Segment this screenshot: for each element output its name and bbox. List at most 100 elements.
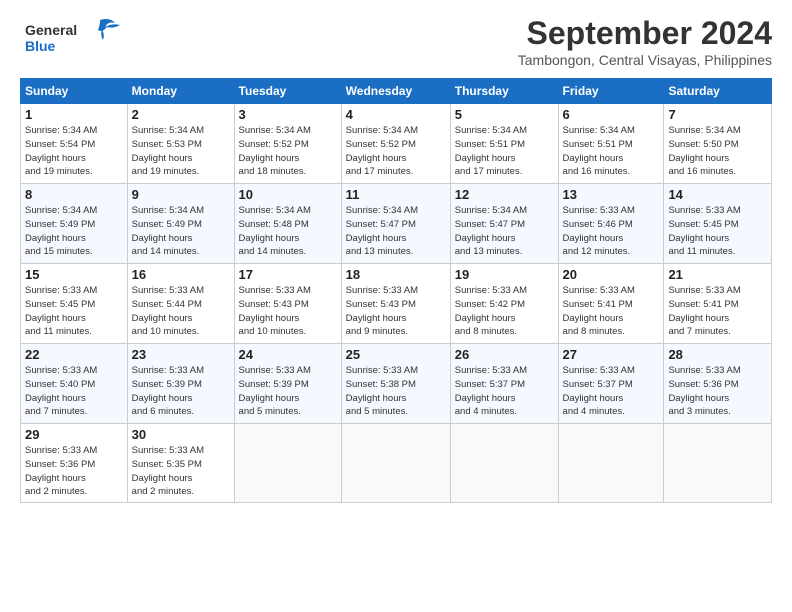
day-number: 24 [239,347,337,362]
page: General Blue September 2024 Tambongon, C… [0,0,792,612]
day-number: 20 [563,267,660,282]
day-number: 4 [346,107,446,122]
calendar-week-row: 8 Sunrise: 5:34 AMSunset: 5:49 PMDaylight… [21,184,772,264]
day-info: Sunrise: 5:34 AMSunset: 5:47 PMDaylight … [455,204,554,259]
day-number: 19 [455,267,554,282]
calendar-week-row: 15 Sunrise: 5:33 AMSunset: 5:45 PMDayligh… [21,264,772,344]
calendar-week-row: 22 Sunrise: 5:33 AMSunset: 5:40 PMDayligh… [21,344,772,424]
day-number: 13 [563,187,660,202]
day-number: 14 [668,187,767,202]
day-info: Sunrise: 5:33 AMSunset: 5:36 PMDaylight … [668,364,767,419]
table-row: 23 Sunrise: 5:33 AMSunset: 5:39 PMDayligh… [127,344,234,424]
day-info: Sunrise: 5:34 AMSunset: 5:52 PMDaylight … [346,124,446,179]
day-info: Sunrise: 5:33 AMSunset: 5:44 PMDaylight … [132,284,230,339]
day-info: Sunrise: 5:33 AMSunset: 5:37 PMDaylight … [563,364,660,419]
table-row [558,424,664,503]
header: General Blue September 2024 Tambongon, C… [20,15,772,68]
day-number: 28 [668,347,767,362]
table-row: 2 Sunrise: 5:34 AMSunset: 5:53 PMDaylight… [127,104,234,184]
day-info: Sunrise: 5:34 AMSunset: 5:49 PMDaylight … [25,204,123,259]
day-number: 7 [668,107,767,122]
col-thursday: Thursday [450,79,558,104]
day-number: 10 [239,187,337,202]
day-number: 15 [25,267,123,282]
table-row [450,424,558,503]
day-number: 6 [563,107,660,122]
table-row: 6 Sunrise: 5:34 AMSunset: 5:51 PMDaylight… [558,104,664,184]
table-row: 14 Sunrise: 5:33 AMSunset: 5:45 PMDayligh… [664,184,772,264]
svg-text:General: General [25,22,77,38]
table-row: 13 Sunrise: 5:33 AMSunset: 5:46 PMDayligh… [558,184,664,264]
day-info: Sunrise: 5:33 AMSunset: 5:41 PMDaylight … [668,284,767,339]
day-info: Sunrise: 5:33 AMSunset: 5:36 PMDaylight … [25,444,123,499]
col-tuesday: Tuesday [234,79,341,104]
day-info: Sunrise: 5:34 AMSunset: 5:47 PMDaylight … [346,204,446,259]
day-number: 27 [563,347,660,362]
logo-svg: General Blue [20,15,130,60]
table-row: 17 Sunrise: 5:33 AMSunset: 5:43 PMDayligh… [234,264,341,344]
table-row: 18Sunrise: 5:33 AMSunset: 5:43 PMDayligh… [341,264,450,344]
day-number: 17 [239,267,337,282]
table-row: 21 Sunrise: 5:33 AMSunset: 5:41 PMDayligh… [664,264,772,344]
svg-text:Blue: Blue [25,38,56,54]
day-number: 11 [346,187,446,202]
day-number: 8 [25,187,123,202]
col-monday: Monday [127,79,234,104]
day-info: Sunrise: 5:34 AMSunset: 5:53 PMDaylight … [132,124,230,179]
day-info: Sunrise: 5:33 AMSunset: 5:40 PMDaylight … [25,364,123,419]
logo: General Blue [20,15,130,65]
day-info: Sunrise: 5:34 AMSunset: 5:51 PMDaylight … [563,124,660,179]
table-row: 19 Sunrise: 5:33 AMSunset: 5:42 PMDayligh… [450,264,558,344]
table-row: 12Sunrise: 5:34 AMSunset: 5:47 PMDayligh… [450,184,558,264]
day-number: 23 [132,347,230,362]
day-info: Sunrise: 5:33 AMSunset: 5:43 PMDaylight … [239,284,337,339]
table-row: 7 Sunrise: 5:34 AMSunset: 5:50 PMDaylight… [664,104,772,184]
day-info: Sunrise: 5:33 AMSunset: 5:37 PMDaylight … [455,364,554,419]
table-row: 11 Sunrise: 5:34 AMSunset: 5:47 PMDayligh… [341,184,450,264]
day-info: Sunrise: 5:33 AMSunset: 5:42 PMDaylight … [455,284,554,339]
table-row [341,424,450,503]
day-number: 3 [239,107,337,122]
table-row: 5 Sunrise: 5:34 AMSunset: 5:51 PMDaylight… [450,104,558,184]
table-row [664,424,772,503]
table-row: 29Sunrise: 5:33 AMSunset: 5:36 PMDayligh… [21,424,128,503]
day-info: Sunrise: 5:33 AMSunset: 5:45 PMDaylight … [25,284,123,339]
day-number: 1 [25,107,123,122]
day-info: Sunrise: 5:34 AMSunset: 5:48 PMDaylight … [239,204,337,259]
table-row: 27 Sunrise: 5:33 AMSunset: 5:37 PMDayligh… [558,344,664,424]
day-info: Sunrise: 5:33 AMSunset: 5:46 PMDaylight … [563,204,660,259]
table-row: 15 Sunrise: 5:33 AMSunset: 5:45 PMDayligh… [21,264,128,344]
table-row: 9 Sunrise: 5:34 AMSunset: 5:49 PMDaylight… [127,184,234,264]
day-number: 5 [455,107,554,122]
day-number: 16 [132,267,230,282]
day-number: 22 [25,347,123,362]
table-row: 10 Sunrise: 5:34 AMSunset: 5:48 PMDayligh… [234,184,341,264]
day-info: Sunrise: 5:34 AMSunset: 5:54 PMDaylight … [25,124,123,179]
day-info: Sunrise: 5:33 AMSunset: 5:39 PMDaylight … [239,364,337,419]
day-number: 30 [132,427,230,442]
day-info: Sunrise: 5:34 AMSunset: 5:51 PMDaylight … [455,124,554,179]
col-saturday: Saturday [664,79,772,104]
day-info: Sunrise: 5:34 AMSunset: 5:49 PMDaylight … [132,204,230,259]
title-block: September 2024 Tambongon, Central Visaya… [518,15,772,68]
table-row: 30 Sunrise: 5:33 AMSunset: 5:35 PMDayligh… [127,424,234,503]
day-info: Sunrise: 5:34 AMSunset: 5:50 PMDaylight … [668,124,767,179]
table-row: 24 Sunrise: 5:33 AMSunset: 5:39 PMDayligh… [234,344,341,424]
day-info: Sunrise: 5:33 AMSunset: 5:45 PMDaylight … [668,204,767,259]
day-number: 21 [668,267,767,282]
day-info: Sunrise: 5:33 AMSunset: 5:35 PMDaylight … [132,444,230,499]
table-row: 16 Sunrise: 5:33 AMSunset: 5:44 PMDayligh… [127,264,234,344]
day-number: 18 [346,267,446,282]
day-number: 2 [132,107,230,122]
calendar-week-row: 1 Sunrise: 5:34 AMSunset: 5:54 PMDaylight… [21,104,772,184]
calendar-week-row: 29Sunrise: 5:33 AMSunset: 5:36 PMDayligh… [21,424,772,503]
table-row [234,424,341,503]
table-row: 28 Sunrise: 5:33 AMSunset: 5:36 PMDayligh… [664,344,772,424]
location: Tambongon, Central Visayas, Philippines [518,52,772,68]
day-number: 9 [132,187,230,202]
day-info: Sunrise: 5:33 AMSunset: 5:39 PMDaylight … [132,364,230,419]
calendar-table: Sunday Monday Tuesday Wednesday Thursday… [20,78,772,503]
table-row: 3 Sunrise: 5:34 AMSunset: 5:52 PMDaylight… [234,104,341,184]
day-number: 26 [455,347,554,362]
day-info: Sunrise: 5:34 AMSunset: 5:52 PMDaylight … [239,124,337,179]
